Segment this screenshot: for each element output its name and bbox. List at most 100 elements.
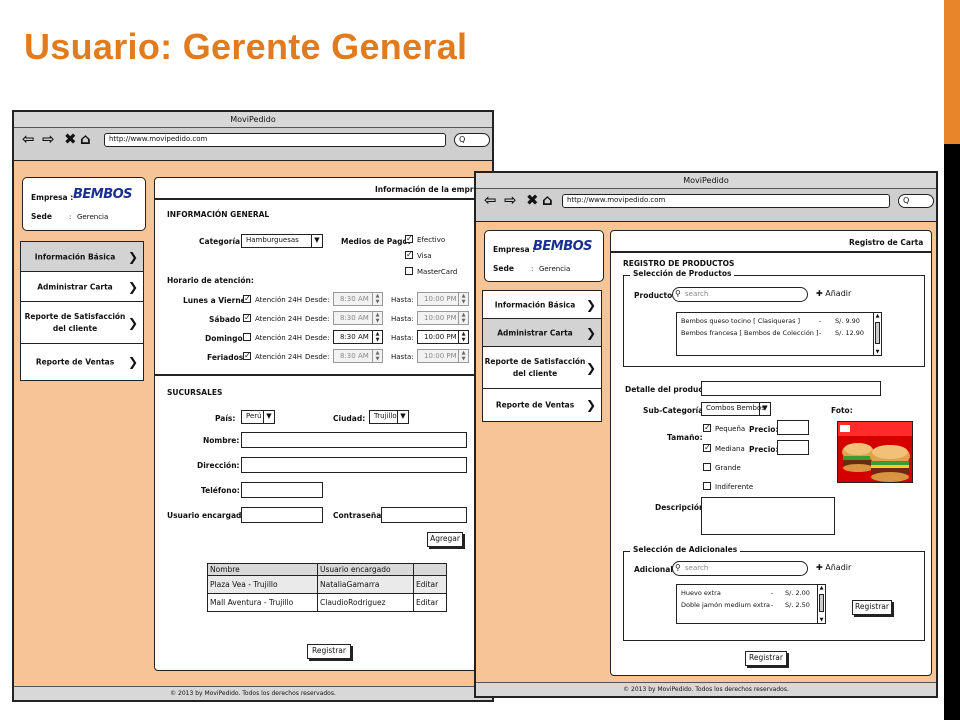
chevron-down-icon: ▼ [397, 411, 408, 423]
add-adicional-button[interactable]: ✚ Añadir [816, 563, 851, 572]
back-arrow-icon[interactable]: ⇦ [22, 131, 35, 147]
pequena-checkbox[interactable]: ✓ [703, 424, 711, 432]
nombre-label: Nombre: [203, 436, 240, 445]
direccion-input[interactable] [241, 457, 467, 473]
hasta-time-field[interactable]: 10:00 PM ▲ ▼ [417, 330, 469, 344]
atencion-24h-checkbox[interactable]: ✓ [243, 314, 251, 322]
registrar-adicional-button[interactable]: Registrar [852, 600, 892, 615]
list-scrollbar[interactable]: ▲ ▼ [873, 313, 881, 355]
nav-administrar-carta[interactable]: Administrar Carta ❯ [21, 272, 143, 302]
close-icon[interactable]: ✖ [64, 131, 77, 147]
back-arrow-icon[interactable]: ⇦ [484, 192, 497, 208]
nav-reporte-satisfaccion[interactable]: Reporte de Satisfacción del cliente ❯ [483, 347, 601, 389]
agregar-button[interactable]: Agregar [427, 532, 463, 547]
url-bar[interactable]: http://www.movipedido.com [562, 194, 890, 208]
company-label: Empresa : [31, 193, 74, 202]
forward-arrow-icon[interactable]: ⇨ [42, 131, 55, 147]
cell-nombre: Mall Aventura - Trujillo [207, 593, 318, 612]
hasta-time-field[interactable]: 10:00 PM ▲ ▼ [417, 311, 469, 325]
adicional-label: Adicional: [634, 565, 676, 574]
mediana-label: Mediana [715, 445, 745, 453]
column-header-usuario[interactable]: Usuario encargado [317, 563, 414, 576]
nav-informacion-basica[interactable]: Información Básica ❯ [21, 242, 143, 272]
table-row[interactable]: Mall Aventura - Trujillo ClaudioRodrigue… [207, 593, 447, 612]
day-label: Lunes a Viernes [183, 296, 251, 305]
registrar-button[interactable]: Registrar [307, 644, 351, 659]
usuario-input[interactable] [241, 507, 323, 523]
desde-time-field[interactable]: 8:30 AM ▲ ▼ [333, 330, 383, 344]
desde-time-field[interactable]: 8:30 AM ▲ ▼ [333, 311, 383, 325]
nav-administrar-carta[interactable]: Administrar Carta ❯ [483, 319, 601, 347]
categoria-select[interactable]: Hamburguesas ▼ [241, 234, 323, 248]
stepper-icon: ▲ ▼ [458, 312, 468, 324]
info-heading: INFORMACIÓN GENERAL [167, 210, 270, 219]
list-item[interactable]: Doble jamón medium extra [681, 601, 770, 609]
desde-label: Desde: [305, 334, 330, 342]
editar-link[interactable]: Editar [413, 593, 447, 612]
browser-search-button[interactable]: Q [454, 133, 490, 147]
nav-reporte-satisfaccion[interactable]: Reporte de Satisfacción del cliente ❯ [21, 302, 143, 344]
add-product-button[interactable]: ✚ Añadir [816, 289, 851, 298]
nav-informacion-basica[interactable]: Información Básica ❯ [483, 291, 601, 319]
home-icon[interactable]: ⌂ [80, 131, 91, 147]
adicional-search-input[interactable]: ⚲ search [672, 561, 808, 576]
desde-time-field[interactable]: 8:30 AM ▲ ▼ [333, 349, 383, 363]
column-header-nombre[interactable]: Nombre [207, 563, 318, 576]
plus-icon: ✚ [816, 563, 823, 572]
nav-reporte-ventas[interactable]: Reporte de Ventas ❯ [483, 389, 601, 421]
hasta-time-field[interactable]: 10:00 PM ▲ ▼ [417, 349, 469, 363]
descripcion-label: Descripción: [655, 503, 708, 512]
efectivo-checkbox[interactable]: ✓ [405, 235, 413, 243]
home-icon[interactable]: ⌂ [542, 192, 553, 208]
table-row[interactable]: Plaza Vea - Trujillo NataliaGamarra Edit… [207, 575, 447, 594]
atencion-24h-checkbox[interactable]: ✓ [243, 352, 251, 360]
list-scrollbar[interactable]: ▲ ▼ [817, 585, 825, 623]
plus-icon: ✚ [816, 289, 823, 298]
list-item[interactable]: Bembos francesa [ Bembos de Colección ] [681, 329, 819, 337]
mediana-checkbox[interactable]: ✓ [703, 444, 711, 452]
pequena-label: Pequeña [715, 425, 746, 433]
grande-checkbox[interactable] [703, 463, 711, 471]
editar-link[interactable]: Editar [413, 575, 447, 594]
registrar-button[interactable]: Registrar [745, 651, 787, 666]
adicionales-list[interactable]: Huevo extra - S/. 2.00 Doble jamón mediu… [676, 584, 826, 624]
horario-label: Horario de atención: [167, 276, 254, 285]
hasta-time-field[interactable]: 10:00 PM ▲ ▼ [417, 292, 469, 306]
pais-select[interactable]: Perú ▼ [241, 410, 275, 424]
nombre-input[interactable] [241, 432, 467, 448]
indiferente-checkbox[interactable] [703, 482, 711, 490]
precio-pequena-input[interactable] [777, 420, 809, 435]
nav-reporte-ventas[interactable]: Reporte de Ventas ❯ [21, 344, 143, 380]
forward-arrow-icon[interactable]: ⇨ [504, 192, 517, 208]
productos-list[interactable]: Bembos queso tocino [ Clasiqueras ] - S/… [676, 312, 882, 356]
mastercard-checkbox[interactable] [405, 267, 413, 275]
page-body: Empresa : BEMBOS Sede : Gerencia Informa… [14, 160, 492, 686]
precio-label: Precio: [749, 445, 779, 454]
browser-toolbar: ⇦ ⇨ ✖ ⌂ http://www.movipedido.com Q [14, 128, 492, 152]
close-icon[interactable]: ✖ [526, 192, 539, 208]
visa-checkbox[interactable]: ✓ [405, 251, 413, 259]
productos-search-input[interactable]: ⚲ search [672, 287, 808, 302]
subcategoria-label: Sub-Categoría: [643, 406, 707, 415]
desde-time-field[interactable]: 8:30 AM ▲ ▼ [333, 292, 383, 306]
subcategoria-select[interactable]: Combos Bembos ▼ [701, 402, 771, 416]
foto-label: Foto: [831, 406, 853, 415]
atencion-24h-checkbox[interactable] [243, 333, 251, 341]
tamano-label: Tamaño: [667, 433, 703, 442]
list-item[interactable]: Bembos queso tocino [ Clasiqueras ] [681, 317, 800, 325]
detalle-producto-input[interactable] [701, 381, 881, 396]
contrasena-input[interactable] [381, 507, 467, 523]
telefono-input[interactable] [241, 482, 323, 498]
seleccion-adicionales-group: Selección de Adicionales Adicional: ⚲ sea… [623, 545, 925, 641]
sucursales-table: Nombre Usuario encargado Plaza Vea - Tru… [207, 563, 447, 612]
atencion-24h-checkbox[interactable]: ✓ [243, 295, 251, 303]
list-item-price: S/. 12.90 [835, 329, 865, 337]
browser-search-button[interactable]: Q [898, 194, 934, 208]
descripcion-textarea[interactable] [701, 497, 835, 535]
precio-mediana-input[interactable] [777, 440, 809, 455]
sucursales-heading: SUCURSALES [167, 388, 223, 397]
ciudad-select[interactable]: Trujillo ▼ [369, 410, 409, 424]
list-item[interactable]: Huevo extra [681, 589, 721, 597]
url-bar[interactable]: http://www.movipedido.com [104, 133, 446, 147]
sede-value: Gerencia [539, 265, 571, 273]
